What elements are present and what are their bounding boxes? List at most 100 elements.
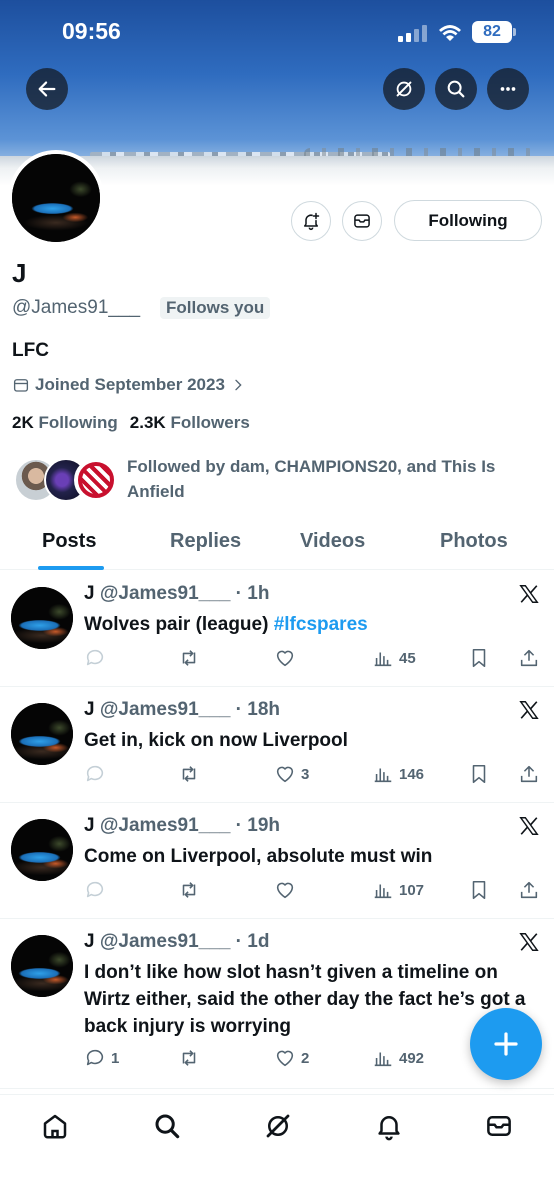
cellular-signal-icon (398, 24, 428, 42)
post-avatar[interactable] (11, 819, 73, 881)
grok-button[interactable] (383, 68, 425, 110)
envelope-icon (487, 1116, 511, 1136)
post-body: Get in, kick on now Liverpool (84, 730, 348, 751)
view-count: 492 (399, 1049, 425, 1067)
like-count: 2 (301, 1049, 310, 1067)
post-avatar[interactable] (11, 587, 73, 649)
post[interactable]: J @James91___ · 19h Come on Liverpool, a… (0, 803, 554, 919)
reply-button[interactable] (84, 763, 106, 785)
reply-button[interactable] (84, 647, 106, 669)
nav-notifications[interactable] (374, 1111, 404, 1141)
more-button[interactable] (487, 68, 529, 110)
view-count: 107 (399, 881, 425, 899)
post-hashtag[interactable]: #lfcspares (274, 614, 368, 635)
joined-date[interactable]: Joined September 2023 (12, 375, 246, 395)
repost-button[interactable] (178, 1047, 200, 1069)
reply-button[interactable] (84, 879, 106, 901)
profile-avatar[interactable] (8, 150, 104, 246)
bookmark-button[interactable] (468, 763, 490, 785)
reply-icon (86, 1049, 104, 1066)
message-button[interactable] (342, 201, 382, 241)
nav-grok[interactable] (263, 1111, 293, 1141)
nav-messages[interactable] (484, 1111, 514, 1141)
active-tab-indicator (38, 566, 104, 570)
tab-videos[interactable]: Videos (300, 530, 365, 553)
post-author-handle: @James91___ (99, 931, 231, 952)
profile-tabs: Posts Replies Videos Photos (0, 520, 554, 570)
bookmark-button[interactable] (468, 879, 490, 901)
followers-count: 2.3K (129, 413, 166, 432)
share-button[interactable] (518, 763, 540, 785)
bottom-navigation (0, 1094, 554, 1200)
followers-link[interactable]: 2.3K Followers (130, 413, 250, 433)
plus-icon (494, 1032, 518, 1056)
like-button[interactable] (274, 879, 301, 901)
repost-icon (182, 882, 196, 898)
post[interactable]: J @James91___ · 18h Get in, kick on now … (0, 687, 554, 803)
search-button[interactable] (435, 68, 477, 110)
x-logo-icon (519, 933, 539, 951)
repost-button[interactable] (178, 879, 200, 901)
like-button[interactable]: 3 (274, 763, 309, 785)
profile-name: J (12, 258, 27, 288)
nav-home[interactable] (40, 1111, 70, 1141)
post-avatar[interactable] (11, 935, 73, 997)
post-actions: 45 (84, 647, 544, 671)
post[interactable]: J @James91___ · 1h Wolves pair (league) … (0, 571, 554, 687)
post-author-handle: @James91___ (99, 699, 231, 720)
followed-by-text[interactable]: Followed by dam, CHAMPIONS20, and This I… (127, 454, 537, 504)
heart-icon (276, 882, 294, 899)
reply-icon (86, 649, 104, 666)
post-author-name: J (84, 583, 95, 604)
share-button[interactable] (518, 879, 540, 901)
post-avatar[interactable] (11, 703, 73, 765)
following-count: 2K (12, 413, 34, 432)
like-button[interactable]: 2 (274, 1047, 309, 1069)
more-dots-icon (500, 87, 516, 91)
following-link[interactable]: 2K Following (12, 413, 118, 433)
follows-you-badge: Follows you (160, 297, 271, 319)
post-author-name: J (84, 699, 95, 720)
following-label: Following (38, 413, 118, 432)
tab-replies[interactable]: Replies (170, 530, 241, 553)
repost-button[interactable] (178, 647, 200, 669)
bookmark-button[interactable] (468, 647, 490, 669)
calendar-icon (13, 379, 29, 392)
avatar-image (11, 703, 73, 765)
analytics-icon (374, 1052, 392, 1067)
x-logo-icon (519, 585, 539, 603)
heart-icon (276, 766, 294, 783)
compose-post-button[interactable] (470, 1008, 542, 1080)
views-button[interactable]: 107 (372, 879, 424, 901)
profile-handle: @James91___ (12, 297, 141, 318)
reply-icon (86, 881, 104, 898)
reply-icon (86, 765, 104, 782)
analytics-icon (374, 768, 392, 783)
heart-icon (276, 650, 294, 667)
post-text: Get in, kick on now Liverpool (84, 727, 544, 754)
repost-icon (182, 650, 196, 666)
repost-icon (182, 766, 196, 782)
notifications-subscribe-button[interactable] (291, 201, 331, 241)
nav-search[interactable] (152, 1111, 182, 1141)
post-header: J @James91___ · 19h (84, 815, 280, 837)
views-button[interactable]: 492 (372, 1047, 424, 1069)
tab-photos[interactable]: Photos (440, 530, 508, 553)
search-icon (155, 1114, 180, 1139)
like-button[interactable] (274, 647, 301, 669)
envelope-icon (354, 214, 370, 228)
views-button[interactable]: 146 (372, 763, 424, 785)
post[interactable]: J @James91___ · 1d I don’t like how slot… (0, 919, 554, 1089)
repost-button[interactable] (178, 763, 200, 785)
follower-avatar (74, 458, 118, 502)
followed-by-avatars[interactable] (14, 458, 118, 504)
bell-icon (378, 1116, 400, 1141)
share-button[interactable] (518, 647, 540, 669)
following-button[interactable]: Following (394, 200, 542, 241)
post-actions: 107 (84, 879, 544, 903)
back-button[interactable] (26, 68, 68, 110)
tab-posts[interactable]: Posts (42, 530, 96, 553)
followers-label: Followers (170, 413, 250, 432)
views-button[interactable]: 45 (372, 647, 416, 669)
reply-button[interactable]: 1 (84, 1047, 119, 1069)
